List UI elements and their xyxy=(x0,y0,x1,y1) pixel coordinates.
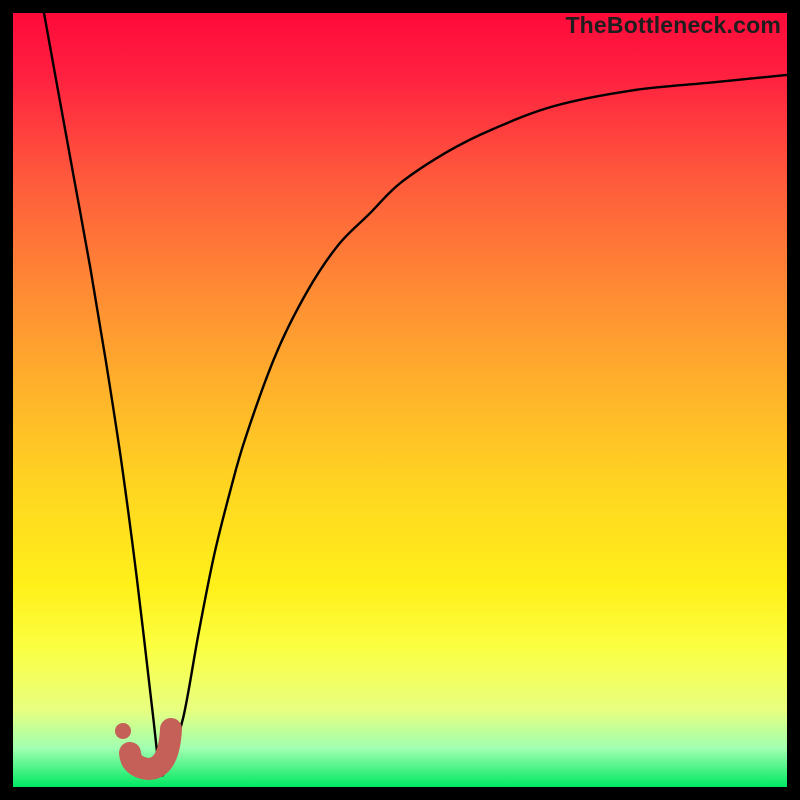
j-marker-dot xyxy=(115,723,131,739)
bottleneck-curve xyxy=(44,13,787,776)
chart-plot xyxy=(13,13,787,787)
chart-frame: TheBottleneck.com xyxy=(13,13,787,787)
j-marker-hook xyxy=(130,729,171,769)
